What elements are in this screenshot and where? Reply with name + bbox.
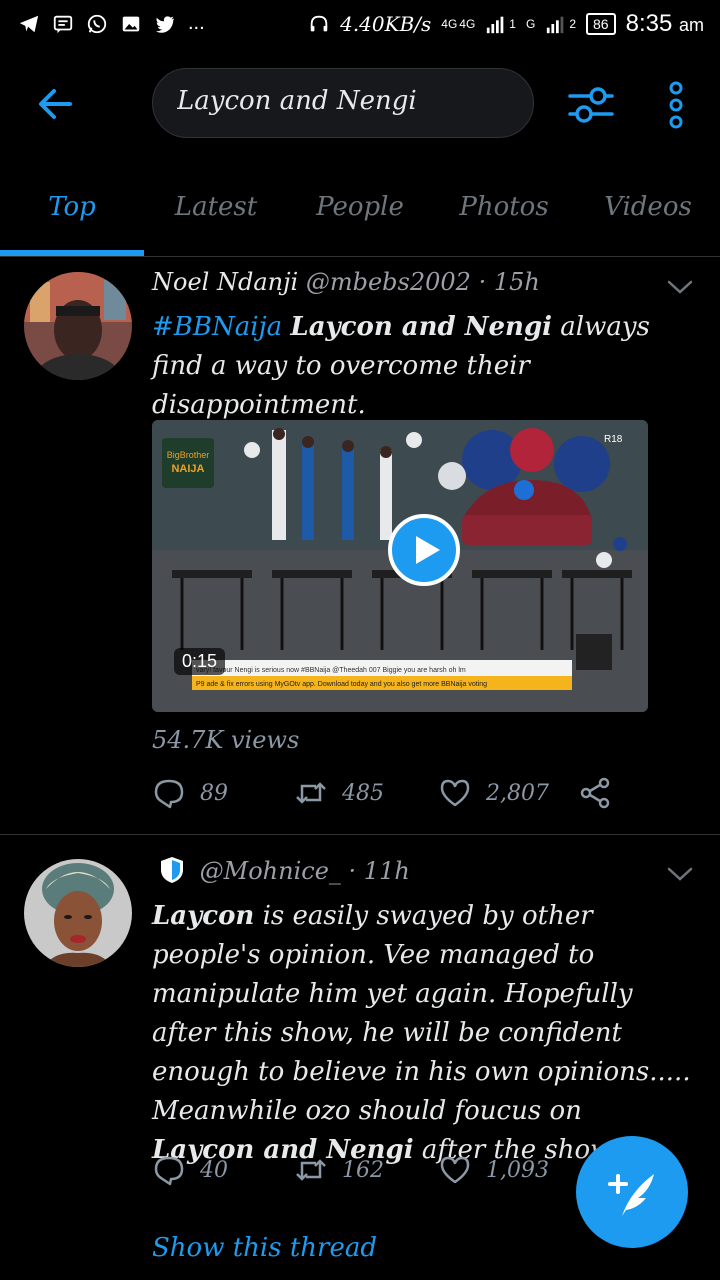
- headphones-icon: [310, 15, 328, 32]
- reply-count: 89: [200, 780, 228, 806]
- tweet-text-body: is easily swayed by other people's opini…: [152, 901, 691, 1126]
- reply-icon: [154, 779, 184, 809]
- network-speed: 4.40KB/s: [340, 12, 432, 36]
- avatar[interactable]: [24, 272, 132, 380]
- tab-top[interactable]: Top: [0, 192, 144, 222]
- tweet-text: Laycon is easily swayed by other people'…: [152, 897, 692, 1170]
- reply-count: 40: [200, 1157, 228, 1183]
- retweet-icon: [296, 782, 326, 804]
- search-box[interactable]: [152, 68, 534, 138]
- retweet-icon: [296, 1159, 326, 1181]
- message-icon: [53, 15, 73, 33]
- back-arrow-icon[interactable]: [36, 84, 76, 124]
- battery-indicator: 86: [586, 13, 616, 35]
- retweet-button[interactable]: 162: [294, 1153, 384, 1187]
- like-button[interactable]: 1,093: [438, 1153, 549, 1187]
- network-type-1: 4G: [441, 17, 458, 31]
- video-duration: 0:15: [174, 648, 226, 675]
- sim1-label: 1: [509, 17, 516, 31]
- view-count: 54.7K views: [152, 726, 300, 754]
- avatar[interactable]: [24, 859, 132, 967]
- author-handle[interactable]: @Mohnice_: [200, 857, 341, 885]
- status-bar: ... 4.40KB/s 4G 4G 1 G 2 86 8:35 am: [0, 0, 720, 50]
- telegram-icon: [19, 15, 39, 32]
- rating-badge: R18: [604, 434, 623, 445]
- hashtag-link[interactable]: #BBNaija: [152, 312, 282, 342]
- author-name[interactable]: Noel Ndanji: [152, 268, 298, 296]
- share-button[interactable]: [578, 776, 612, 810]
- reply-icon: [154, 1156, 184, 1186]
- search-input[interactable]: [175, 85, 509, 117]
- whatsapp-icon: [87, 14, 107, 33]
- network-type-2: 4G: [459, 17, 476, 31]
- tweet-time: · 11h: [348, 857, 410, 885]
- gallery-icon: [122, 16, 140, 31]
- like-icon: [440, 1156, 470, 1184]
- like-count: 2,807: [486, 780, 549, 806]
- filter-sliders-icon[interactable]: [566, 80, 616, 130]
- brand-text-2: NAIJA: [171, 463, 204, 475]
- tweet-time: · 15h: [478, 268, 540, 296]
- more-vertical-icon[interactable]: [664, 80, 688, 130]
- highlighted-query: Laycon and Nengi: [290, 312, 553, 342]
- retweet-button[interactable]: 485: [294, 776, 384, 810]
- show-thread-link[interactable]: Show this thread: [152, 1233, 377, 1263]
- network-g: G: [525, 17, 536, 31]
- chevron-down-icon[interactable]: [666, 278, 694, 296]
- search-tabs: Top Latest People Photos Videos: [0, 178, 720, 257]
- play-icon[interactable]: [388, 514, 460, 586]
- signal-icon-2: [547, 16, 564, 34]
- like-count: 1,093: [486, 1157, 549, 1183]
- tab-videos[interactable]: Videos: [576, 192, 720, 222]
- verified-shield-icon: [161, 857, 183, 883]
- system-indicators: 4.40KB/s 4G 4G 1 G 2 86 8:35 am: [308, 10, 704, 38]
- tweet-card[interactable]: Noel Ndanji @mbebs2002 · 15h #BBNaija La…: [0, 256, 720, 834]
- tweet-header: Noel Ndanji @mbebs2002 · 15h: [152, 268, 540, 296]
- signal-icon-1: [487, 16, 504, 34]
- tab-people[interactable]: People: [288, 192, 432, 222]
- compose-tweet-button[interactable]: [576, 1136, 688, 1248]
- clock: 8:35 am: [625, 10, 704, 37]
- more-notifications: ...: [188, 12, 205, 34]
- sim2-label: 2: [569, 17, 577, 31]
- highlighted-query: Laycon: [152, 901, 255, 931]
- notification-icons: ...: [18, 12, 205, 35]
- tweet-header: @Mohnice_ · 11h: [152, 855, 410, 885]
- search-header: [0, 50, 720, 162]
- tweet-actions: 89 485 2,807: [152, 776, 672, 816]
- author-handle[interactable]: @mbebs2002: [306, 268, 471, 296]
- retweet-count: 162: [342, 1157, 384, 1183]
- twitter-icon: [155, 15, 175, 33]
- tab-latest[interactable]: Latest: [144, 192, 288, 222]
- chevron-down-icon[interactable]: [666, 865, 694, 883]
- ticker-line-1: vary! favour Nengi is serious now #BBNai…: [196, 667, 466, 674]
- compose-icon: [608, 1174, 654, 1216]
- tweet-text: #BBNaija Laycon and Nengi always find a …: [152, 308, 692, 425]
- reply-button[interactable]: 40: [152, 1153, 228, 1187]
- ticker-line-2: P9 ade & fix errors using MyGOtv app. Do…: [196, 681, 487, 688]
- reply-button[interactable]: 89: [152, 776, 228, 810]
- tab-photos[interactable]: Photos: [432, 192, 576, 222]
- brand-text-1: BigBrother: [167, 450, 210, 460]
- like-icon: [440, 779, 470, 807]
- retweet-count: 485: [342, 780, 384, 806]
- share-icon: [580, 777, 610, 809]
- like-button[interactable]: 2,807: [438, 776, 549, 810]
